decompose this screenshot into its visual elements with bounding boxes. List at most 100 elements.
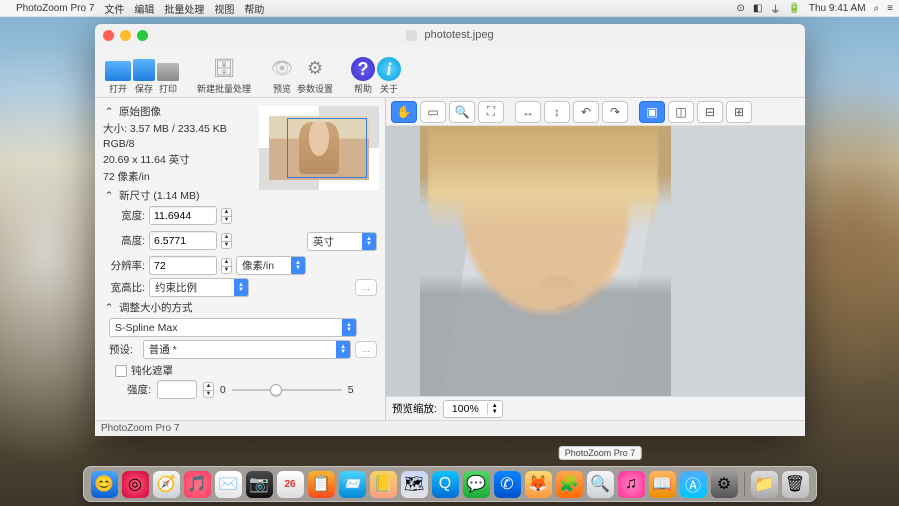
height-stepper[interactable]: ▲▼	[221, 233, 232, 249]
zoom-label: 预览缩放:	[392, 401, 437, 416]
dock-app[interactable]: 📒	[370, 471, 397, 498]
dock-app[interactable]: ✉️	[215, 471, 242, 498]
window-titlebar[interactable]: phototest.jpeg	[95, 24, 805, 46]
dock-app[interactable]: 📷	[246, 471, 273, 498]
siri-icon[interactable]: ≡	[887, 3, 893, 14]
info-icon: i	[377, 57, 401, 81]
dock-ibooks[interactable]: 📖	[649, 471, 676, 498]
settings-button[interactable]: ⚙ 参数设置	[297, 50, 333, 95]
dock-tooltip: PhotoZoom Pro 7	[559, 446, 642, 460]
app-name-menu[interactable]: PhotoZoom Pro 7	[16, 3, 94, 14]
menu-edit[interactable]: 编辑	[134, 1, 154, 16]
layout-split-v[interactable]: ⊟	[697, 101, 723, 123]
print-button[interactable]: 打印	[157, 50, 179, 95]
batch-icon: 🗄	[211, 55, 237, 81]
floppy-icon	[133, 59, 155, 81]
menu-file[interactable]: 文件	[104, 1, 124, 16]
zoom-select[interactable]: 100% ▲▼	[443, 400, 503, 418]
spotlight-icon[interactable]: ⌕	[874, 3, 880, 14]
menu-help[interactable]: 帮助	[244, 1, 264, 16]
batch-button[interactable]: 🗄 新建批量处理	[197, 50, 251, 95]
dock-app[interactable]: ✆	[494, 471, 521, 498]
dock-app[interactable]: 🗺	[401, 471, 428, 498]
marquee-tool[interactable]: ▭	[420, 101, 446, 123]
dock-finder[interactable]: 😊	[91, 471, 118, 498]
resolution-input[interactable]	[149, 256, 217, 275]
resize-method-select[interactable]: S-Spline Max▲▼	[109, 318, 357, 337]
menu-batch[interactable]: 批量处理	[164, 1, 204, 16]
status-icon[interactable]: ◧	[753, 3, 762, 14]
folder-open-icon	[105, 61, 131, 81]
preview-button[interactable]: 👁 预览	[269, 50, 295, 95]
flip-horizontal[interactable]: ↔	[515, 101, 541, 123]
hand-tool[interactable]: ✋	[391, 101, 417, 123]
size-unit-select[interactable]: 英寸▲▼	[307, 232, 377, 251]
rotate-cw[interactable]: ↷	[602, 101, 628, 123]
strength-slider[interactable]	[232, 383, 342, 397]
printer-icon	[157, 63, 179, 81]
clock[interactable]: Thu 9:41 AM	[809, 3, 866, 14]
window-title: phototest.jpeg	[95, 29, 805, 41]
dock-safari[interactable]: 🧭	[153, 471, 180, 498]
aspect-ratio-select[interactable]: 约束比例▲▼	[149, 278, 249, 297]
navigator-viewport[interactable]	[287, 118, 367, 178]
rotate-ccw[interactable]: ↶	[573, 101, 599, 123]
unsharp-mask-label: 钝化遮罩	[131, 363, 173, 378]
height-label: 高度:	[103, 233, 145, 248]
dock-app[interactable]: Q	[432, 471, 459, 498]
about-button[interactable]: i 关于	[377, 50, 401, 95]
unsharp-mask-checkbox[interactable]	[115, 365, 127, 377]
battery-icon[interactable]: 🔋	[788, 3, 800, 14]
resize-method-heading: 调整大小的方式	[119, 300, 193, 315]
dock-appstore[interactable]: Ⓐ	[680, 471, 707, 498]
help-button[interactable]: ? 帮助	[351, 50, 375, 95]
document-filename: phototest.jpeg	[424, 29, 493, 41]
dock-app[interactable]: ◎	[122, 471, 149, 498]
eye-icon: 👁	[269, 55, 295, 81]
document-icon	[406, 30, 417, 41]
height-input[interactable]	[149, 231, 217, 250]
wifi-icon[interactable]: ⏚	[770, 1, 780, 16]
strength-input[interactable]	[157, 380, 197, 399]
dock-app[interactable]: 🎵	[184, 471, 211, 498]
dock-app[interactable]: 📨	[339, 471, 366, 498]
dock-wechat[interactable]: 💬	[463, 471, 490, 498]
dock-downloads[interactable]: 📁	[751, 471, 778, 498]
thumbnail-navigator[interactable]	[259, 106, 379, 190]
size-options-button[interactable]: ...	[355, 279, 377, 296]
flip-vertical[interactable]: ↕	[544, 101, 570, 123]
preset-select[interactable]: 普通 *▲▼	[143, 340, 351, 359]
open-button[interactable]: 打开	[105, 50, 131, 95]
window-close[interactable]	[103, 30, 114, 41]
save-button[interactable]: 保存	[133, 50, 155, 95]
dock-app[interactable]: 🧩	[556, 471, 583, 498]
layout-split-h[interactable]: ◫	[668, 101, 694, 123]
window-maximize[interactable]	[137, 30, 148, 41]
dock-calendar[interactable]: 26	[277, 471, 304, 498]
dock-itunes[interactable]: ♫	[618, 471, 645, 498]
dock-sysprefs[interactable]: ⚙	[711, 471, 738, 498]
width-stepper[interactable]: ▲▼	[221, 208, 232, 224]
disclosure-new-size[interactable]: ⌃	[103, 190, 115, 202]
width-input[interactable]	[149, 206, 217, 225]
status-bar: PhotoZoom Pro 7	[95, 420, 805, 436]
layout-single[interactable]: ▣	[639, 101, 665, 123]
resolution-unit-select[interactable]: 像素/in▲▼	[236, 256, 306, 275]
crop-tool[interactable]: ⛶	[478, 101, 504, 123]
menu-view[interactable]: 视图	[214, 1, 234, 16]
layout-grid[interactable]: ⊞	[726, 101, 752, 123]
dock-app[interactable]: 🦊	[525, 471, 552, 498]
resolution-stepper[interactable]: ▲▼	[221, 258, 232, 274]
dock-trash[interactable]: 🗑	[782, 471, 809, 498]
preview-canvas[interactable]	[386, 126, 805, 396]
new-size-heading: 新尺寸 (1.14 MB)	[119, 188, 200, 203]
zoom-tool[interactable]: 🔍	[449, 101, 475, 123]
dock-photozoom[interactable]: 🔍 PhotoZoom Pro 7	[587, 471, 614, 498]
disclosure-original[interactable]: ⌃	[103, 106, 115, 118]
dock-app[interactable]: 📋	[308, 471, 335, 498]
preset-options-button[interactable]: ...	[355, 341, 377, 358]
disclosure-resize[interactable]: ⌃	[103, 302, 115, 314]
strength-stepper[interactable]: ▲▼	[203, 382, 214, 398]
window-minimize[interactable]	[120, 30, 131, 41]
status-icon[interactable]: ⊙	[737, 3, 745, 14]
